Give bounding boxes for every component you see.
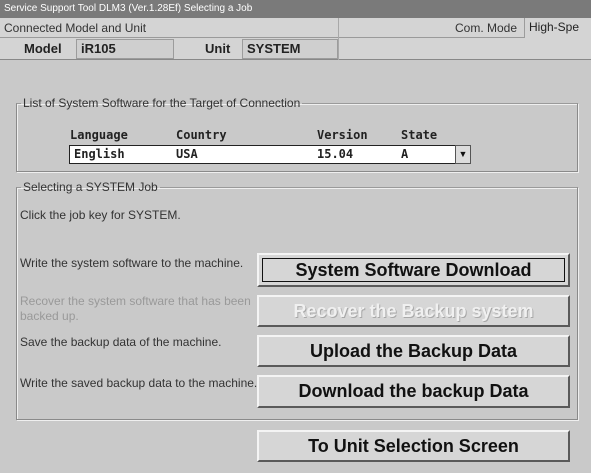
- job-instruction: Click the job key for SYSTEM.: [20, 208, 181, 222]
- model-value: iR105: [76, 39, 174, 59]
- selected-country: USA: [176, 147, 198, 161]
- unit-value: SYSTEM: [242, 39, 338, 59]
- language-column-header: Language: [70, 128, 128, 142]
- job-description-upload-backup: Save the backup data of the machine.: [20, 335, 222, 349]
- info-divider: [338, 18, 339, 60]
- job-selection-legend: Selecting a SYSTEM Job: [23, 180, 158, 194]
- com-mode-label: Com. Mode: [455, 21, 518, 35]
- service-tool-window: Service Support Tool DLM3 (Ver.1.28Ef) S…: [0, 0, 591, 473]
- job-description-system-download: Write the system software to the machine…: [20, 256, 244, 270]
- country-column-header: Country: [176, 128, 227, 142]
- system-software-select[interactable]: [69, 145, 471, 164]
- job-description-recover-backup: Recover the system software that has bee…: [20, 294, 251, 323]
- connection-header-bar: Connected Model and Unit Com. Mode High-…: [0, 18, 591, 38]
- recover-backup-system-button[interactable]: Recover the Backup system: [257, 295, 570, 327]
- selected-language: English: [74, 147, 125, 161]
- job-description-download-backup: Write the saved backup data to the machi…: [20, 376, 258, 390]
- connection-header-label: Connected Model and Unit: [4, 21, 147, 35]
- com-mode-value: High-Spe: [524, 18, 591, 38]
- selected-state: A: [401, 147, 409, 161]
- model-label: Model: [24, 41, 62, 56]
- window-title: Service Support Tool DLM3 (Ver.1.28Ef) S…: [0, 0, 591, 18]
- system-software-download-button[interactable]: System Software Download: [257, 253, 570, 287]
- state-column-header: State: [401, 128, 438, 142]
- chevron-down-icon[interactable]: ▼: [455, 145, 471, 164]
- download-backup-data-button[interactable]: Download the backup Data: [257, 375, 570, 408]
- model-unit-bar: Model iR105 Unit SYSTEM: [0, 38, 591, 60]
- selected-version: 15.04: [317, 147, 354, 161]
- version-column-header: Version: [317, 128, 368, 142]
- upload-backup-data-button[interactable]: Upload the Backup Data: [257, 335, 570, 367]
- unit-label: Unit: [205, 41, 231, 56]
- to-unit-selection-button[interactable]: To Unit Selection Screen: [257, 430, 570, 462]
- system-software-legend: List of System Software for the Target o…: [23, 96, 301, 110]
